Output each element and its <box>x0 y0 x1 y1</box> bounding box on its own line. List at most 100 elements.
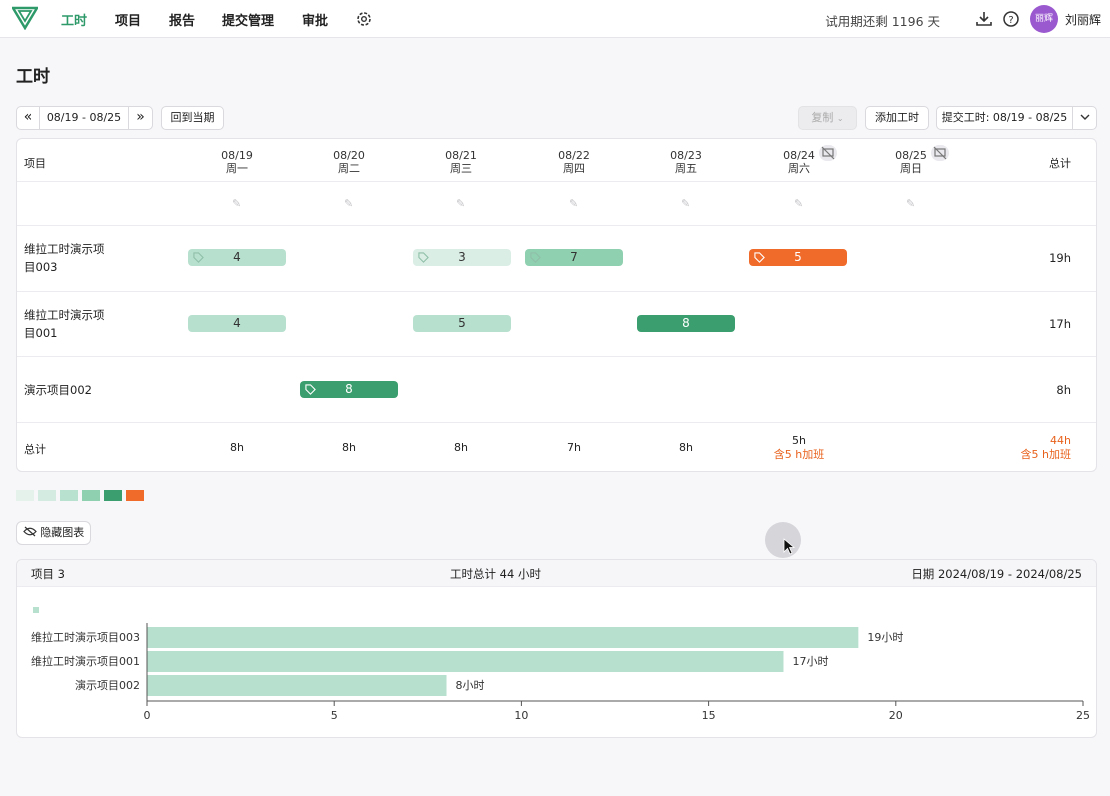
row-project-name[interactable]: 维拉工时演示项 目003 <box>24 240 124 276</box>
hours-cell[interactable]: 5 <box>749 249 847 266</box>
hours-cell[interactable]: 8 <box>637 315 735 332</box>
pencil-icon[interactable]: ✎ <box>906 197 915 210</box>
tag-icon <box>305 384 316 395</box>
x-tick-label: 15 <box>702 709 716 722</box>
hours-value: 3 <box>458 250 466 264</box>
day-total-value: 8h <box>342 441 356 454</box>
day-total-value: 5h <box>792 434 806 447</box>
project-name-line: 维拉工时演示项 <box>24 242 105 256</box>
help-icon[interactable]: ? <box>1002 10 1020 28</box>
weekend-hidden-icon[interactable] <box>819 145 837 161</box>
hours-cell[interactable]: 8 <box>300 381 398 398</box>
page-title: 工时 <box>16 67 50 87</box>
submit-hours-button[interactable]: 提交工时: 08/19 - 08/25 <box>936 106 1073 130</box>
project-column-header: 项目 <box>24 157 46 170</box>
eye-off-icon <box>22 526 37 537</box>
hours-cell[interactable]: 4 <box>188 249 286 266</box>
pencil-icon[interactable]: ✎ <box>681 197 690 210</box>
total-hours-summary: 工时总计 44 小时 <box>450 567 541 581</box>
category-label: 演示项目002 <box>75 678 140 692</box>
download-icon[interactable] <box>975 10 993 28</box>
x-tick-label: 20 <box>889 709 903 722</box>
grand-total-value: 44h <box>1050 434 1071 447</box>
day-date: 08/19 <box>221 149 253 162</box>
nav-submissions[interactable]: 提交管理 <box>222 10 274 29</box>
hours-value: 5 <box>458 316 466 330</box>
row-project-name[interactable]: 维拉工时演示项 目001 <box>24 306 124 342</box>
hide-chart-button[interactable]: 隐藏图表 <box>16 521 91 545</box>
date-range-picker[interactable]: 08/19 - 08/25 <box>39 106 129 130</box>
day-total: 8h <box>304 441 394 455</box>
username[interactable]: 刘丽辉 <box>1065 11 1101 28</box>
hide-chart-label: 隐藏图表 <box>40 526 85 539</box>
day-total-value: 7h <box>567 441 581 454</box>
series-legend-swatch <box>33 607 39 613</box>
day-weekday: 周六 <box>788 162 810 175</box>
chart-bar <box>147 627 859 648</box>
submit-dropdown-button[interactable] <box>1072 106 1097 130</box>
category-label: 维拉工时演示项目001 <box>31 654 140 668</box>
legend-swatch <box>16 490 34 501</box>
hours-value: 8 <box>682 316 690 330</box>
chart-bar <box>147 651 784 672</box>
hours-cell[interactable]: 5 <box>413 315 511 332</box>
logo-icon[interactable] <box>12 6 38 30</box>
project-name-line: 演示项目002 <box>24 383 92 397</box>
weekend-hidden-icon[interactable] <box>931 145 949 161</box>
day-header: 08/23 周五 <box>641 149 731 175</box>
day-header: 08/19 周一 <box>192 149 282 175</box>
nav-reports[interactable]: 报告 <box>169 10 195 29</box>
add-hours-button[interactable]: 添加工时 <box>865 106 929 130</box>
nav-hours[interactable]: 工时 <box>61 10 87 29</box>
legend-swatch <box>104 490 122 501</box>
tag-icon <box>418 252 429 263</box>
pencil-icon[interactable]: ✎ <box>794 197 803 210</box>
day-date: 08/21 <box>445 149 477 162</box>
chevron-down-icon: ⌄ <box>836 114 844 123</box>
value-label: 17小时 <box>792 655 828 668</box>
grand-total: 44h 含5 h加班 <box>1021 434 1071 462</box>
chart-card: 项目 3 工时总计 44 小时 日期 2024/08/19 - 2024/08/… <box>16 559 1097 738</box>
row-total: 17h <box>1049 317 1071 331</box>
next-week-button[interactable]: » <box>128 106 153 130</box>
pencil-icon[interactable]: ✎ <box>344 197 353 210</box>
hours-value: 7 <box>570 250 578 264</box>
hours-cell[interactable]: 7 <box>525 249 623 266</box>
timesheet-grid: 项目 08/19 周一 08/20 周二 08/21 周三 08/22 周四 08/23… <box>16 138 1097 472</box>
row-total: 8h <box>1056 383 1071 397</box>
trial-remaining-text: 试用期还剩 1196 天 <box>825 14 940 29</box>
tag-icon <box>193 252 204 263</box>
day-total-value: 8h <box>679 441 693 454</box>
hours-value: 5 <box>794 250 802 264</box>
day-total: 7h <box>529 441 619 455</box>
pencil-icon[interactable]: ✎ <box>456 197 465 210</box>
value-label: 8小时 <box>456 679 485 692</box>
day-overtime: 含5 h加班 <box>773 448 825 461</box>
tag-icon <box>530 252 541 263</box>
chart-bar <box>147 675 447 696</box>
day-total: 8h <box>192 441 282 455</box>
nav-projects[interactable]: 项目 <box>115 10 141 29</box>
avatar[interactable]: 丽辉 <box>1030 5 1058 33</box>
nav-approvals[interactable]: 审批 <box>302 10 328 29</box>
pencil-icon[interactable]: ✎ <box>232 197 241 210</box>
legend-swatch <box>60 490 78 501</box>
chart-header: 项目 3 工时总计 44 小时 日期 2024/08/19 - 2024/08/… <box>17 560 1096 587</box>
row-project-name[interactable]: 演示项目002 <box>24 381 124 399</box>
hours-cell[interactable]: 4 <box>188 315 286 332</box>
prev-week-button[interactable]: « <box>16 106 40 130</box>
mouse-cursor-highlight <box>765 522 801 558</box>
divider <box>17 422 1096 423</box>
pencil-icon[interactable]: ✎ <box>569 197 578 210</box>
copy-button[interactable]: 复制 ⌄ <box>798 106 857 130</box>
back-to-current-button[interactable]: 回到当期 <box>161 106 224 130</box>
copy-label: 复制 <box>811 111 834 124</box>
top-navbar: 工时 项目 报告 提交管理 审批 试用期还剩 1196 天 ? 丽辉 刘丽辉 <box>0 0 1110 38</box>
day-header: 08/21 周三 <box>416 149 506 175</box>
gear-icon[interactable] <box>355 10 373 28</box>
row-total: 19h <box>1049 251 1071 265</box>
cursor-icon <box>783 538 796 555</box>
total-column-header: 总计 <box>1049 157 1071 170</box>
hours-value: 8 <box>345 382 353 396</box>
hours-cell[interactable]: 3 <box>413 249 511 266</box>
